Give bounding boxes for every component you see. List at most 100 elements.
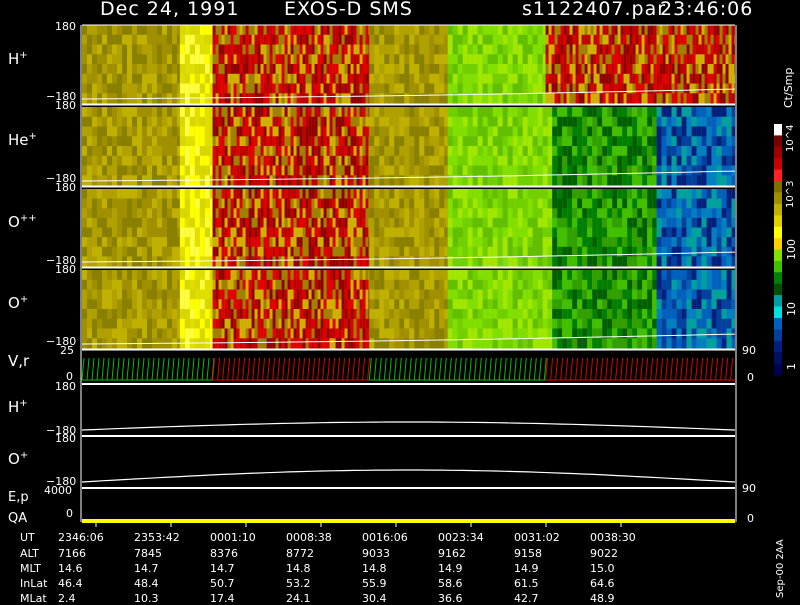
spectro-cell-o-plus-plus xyxy=(424,237,429,247)
spectro-cell-o-plus-plus xyxy=(627,247,632,257)
spectro-cell-he-plus xyxy=(321,107,324,117)
spectro-cell-o-plus-plus xyxy=(463,237,468,247)
spectro-cell-he-plus xyxy=(548,127,553,137)
spectro-cell-h-plus xyxy=(609,74,612,84)
spectro-cell-o-plus xyxy=(157,280,162,290)
spectro-cell-o-plus-plus xyxy=(354,256,357,266)
spectro-cell-he-plus xyxy=(384,136,389,146)
spectro-cell-he-plus xyxy=(237,107,240,117)
spectro-cell-o-plus-plus xyxy=(324,237,327,247)
spectro-cell-he-plus xyxy=(324,136,327,146)
spectro-cell-o-plus xyxy=(518,299,523,309)
spectro-cell-he-plus xyxy=(342,175,345,185)
spectro-cell-h-plus xyxy=(399,54,404,64)
spectro-cell-o-plus xyxy=(617,309,622,319)
spectro-cell-h-plus xyxy=(333,64,336,74)
spectro-cell-he-plus xyxy=(503,107,508,117)
spectro-cell-o-plus-plus xyxy=(548,247,553,257)
spectro-cell-o-plus-plus xyxy=(513,228,518,238)
spectro-cell-o-plus-plus xyxy=(330,189,333,199)
spectro-cell-h-plus xyxy=(276,45,279,55)
spectro-cell-h-plus xyxy=(389,64,394,74)
spectro-cell-h-plus xyxy=(621,74,624,84)
spectro-cell-o-plus xyxy=(414,280,419,290)
spectro-cell-o-plus-plus xyxy=(419,228,424,238)
spectro-cell-he-plus xyxy=(577,136,582,146)
spectro-cell-o-plus xyxy=(327,270,330,280)
spectro-cell-o-plus xyxy=(177,309,180,319)
spectro-cell-o-plus xyxy=(261,319,264,329)
spectro-cell-h-plus xyxy=(137,64,142,74)
spectro-cell-h-plus xyxy=(213,74,216,84)
spectro-cell-o-plus-plus xyxy=(360,256,363,266)
spectro-cell-h-plus xyxy=(342,64,345,74)
spectro-cell-h-plus xyxy=(321,74,324,84)
spectro-cell-h-plus xyxy=(210,84,213,94)
spectro-cell-he-plus xyxy=(309,136,312,146)
spectro-cell-o-plus-plus xyxy=(722,208,727,218)
spectro-cell-he-plus xyxy=(279,107,282,117)
spectro-cell-h-plus xyxy=(394,64,399,74)
spectro-cell-he-plus xyxy=(672,127,677,137)
spectro-cell-h-plus xyxy=(399,93,404,103)
spectro-cell-o-plus xyxy=(213,290,216,300)
spectro-cell-h-plus xyxy=(513,25,518,35)
spectro-cell-he-plus xyxy=(434,127,439,137)
spectro-cell-o-plus-plus xyxy=(324,247,327,257)
spectro-cell-he-plus xyxy=(369,136,370,146)
spectro-cell-o-plus-plus xyxy=(213,237,216,247)
spectro-cell-he-plus xyxy=(607,156,612,166)
spectro-cell-o-plus xyxy=(267,280,270,290)
spectro-cell-o-plus xyxy=(300,338,303,348)
spectro-cell-h-plus xyxy=(636,54,639,64)
spectro-cell-o-plus xyxy=(444,319,447,329)
spectro-cell-o-plus-plus xyxy=(409,247,414,257)
spectro-cell-o-plus-plus xyxy=(453,208,458,218)
spectro-cell-o-plus-plus xyxy=(444,237,447,247)
spectro-cell-he-plus xyxy=(222,136,225,146)
spectro-cell-o-plus xyxy=(468,329,473,339)
spectro-cell-h-plus xyxy=(222,45,225,55)
spectro-cell-he-plus xyxy=(518,136,523,146)
spectro-cell-h-plus xyxy=(172,45,177,55)
spectro-cell-he-plus xyxy=(92,166,97,176)
spectro-cell-h-plus xyxy=(615,74,618,84)
spectro-cell-h-plus xyxy=(657,25,660,35)
spectro-cell-he-plus xyxy=(567,146,572,156)
spectro-cell-o-plus-plus xyxy=(354,189,357,199)
spectro-cell-he-plus xyxy=(142,166,147,176)
spectro-cell-he-plus xyxy=(548,136,553,146)
spectro-cell-o-plus-plus xyxy=(180,218,185,228)
spectro-cell-h-plus xyxy=(399,35,404,45)
spectro-cell-o-plus-plus xyxy=(602,228,607,238)
spectro-cell-o-plus-plus xyxy=(389,247,394,257)
spectro-cell-h-plus xyxy=(216,25,219,35)
spectro-cell-o-plus xyxy=(503,290,508,300)
spectro-cell-o-plus xyxy=(612,299,617,309)
spectro-cell-o-plus xyxy=(622,319,627,329)
spectro-cell-o-plus-plus xyxy=(213,199,216,209)
spectro-cell-he-plus xyxy=(117,117,122,127)
spectro-cell-he-plus xyxy=(419,127,424,137)
spectro-cell-o-plus-plus xyxy=(587,218,592,228)
spectro-cell-o-plus-plus xyxy=(582,256,587,266)
spectro-cell-o-plus-plus xyxy=(195,237,200,247)
spectro-cell-o-plus xyxy=(602,290,607,300)
spectro-cell-h-plus xyxy=(528,25,533,35)
spectro-cell-he-plus xyxy=(672,175,677,185)
spectro-cell-o-plus xyxy=(333,290,336,300)
spectro-cell-o-plus-plus xyxy=(291,247,294,257)
spectro-cell-o-plus-plus xyxy=(384,218,389,228)
spectro-cell-o-plus xyxy=(234,280,237,290)
spectro-cell-o-plus xyxy=(348,329,351,339)
spectro-cell-h-plus xyxy=(561,54,564,64)
spectro-cell-h-plus xyxy=(240,45,243,55)
spectro-cell-he-plus xyxy=(473,117,478,127)
spectro-cell-h-plus xyxy=(219,45,222,55)
spectro-cell-h-plus xyxy=(276,93,279,103)
spectro-cell-he-plus xyxy=(285,127,288,137)
spectro-cell-o-plus xyxy=(339,299,342,309)
spectro-cell-o-plus xyxy=(363,329,366,339)
spectro-cell-o-plus xyxy=(282,280,285,290)
spectro-cell-he-plus xyxy=(697,156,702,166)
